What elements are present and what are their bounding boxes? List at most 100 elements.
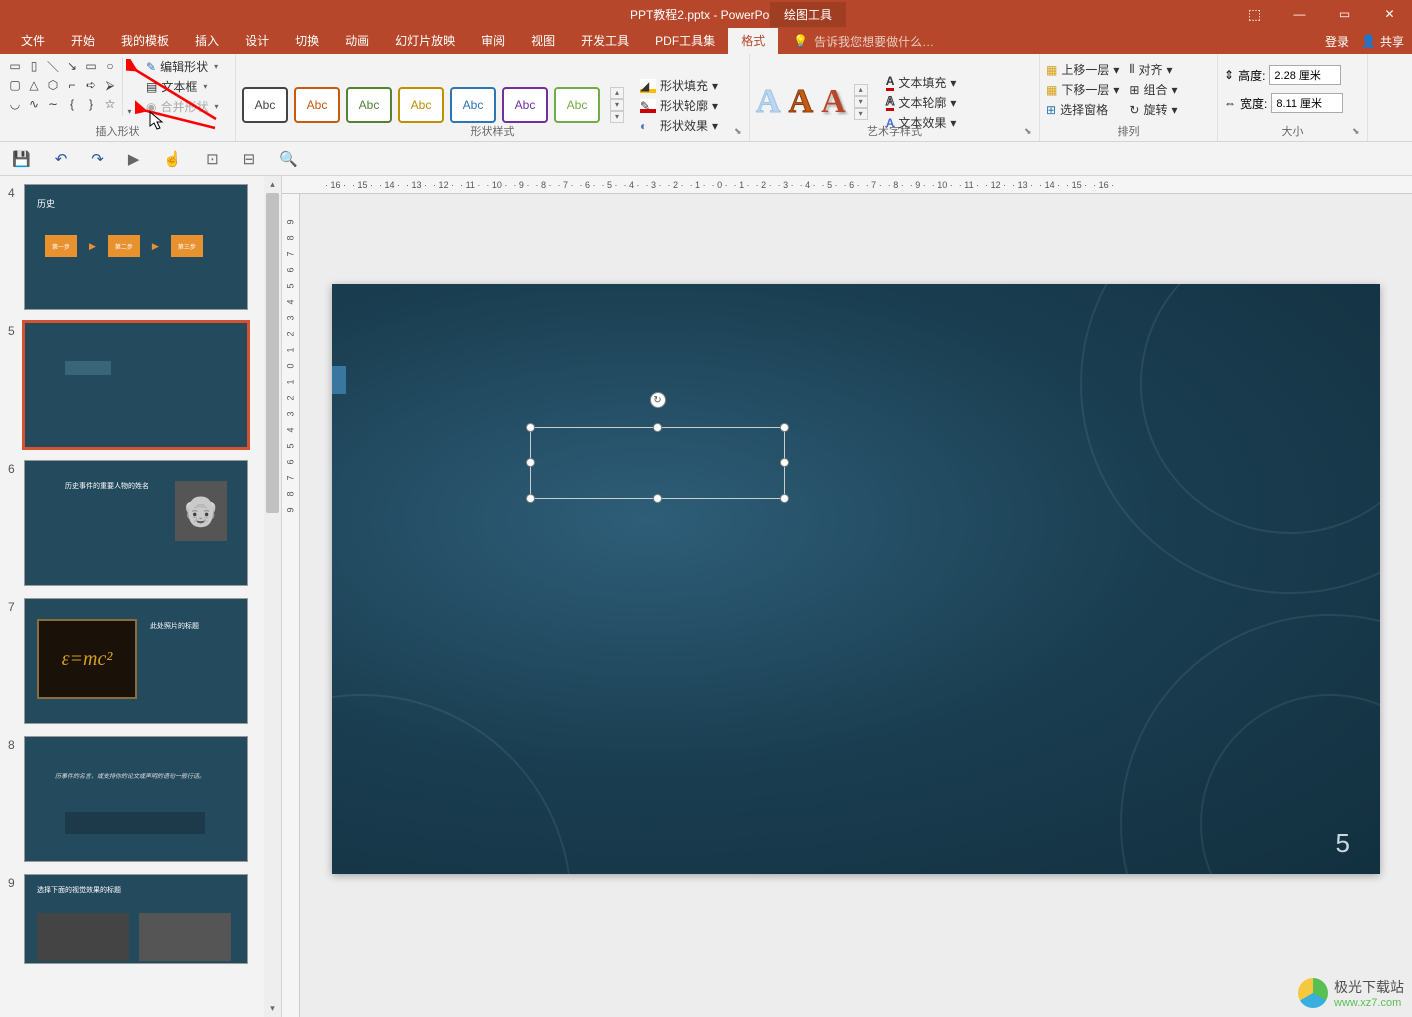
bring-forward-button[interactable]: ▦ 上移一层 ▾ [1046, 61, 1119, 78]
close-button[interactable]: ✕ [1367, 0, 1412, 28]
slide-canvas[interactable]: 5 ↻ [332, 284, 1380, 874]
wave-icon[interactable]: ∼ [44, 95, 62, 113]
slide-thumbnail[interactable]: 历史事件的重要人物的姓名 👴 [24, 460, 248, 586]
selected-shape[interactable]: ↻ [530, 427, 785, 499]
send-backward-button[interactable]: ▦ 下移一层 ▾ [1046, 81, 1119, 98]
slide-thumbnail[interactable]: 历事件的名言，或支持你的论文或声明的语句一般行话。 [24, 736, 248, 862]
shape-style-preset[interactable]: Abc [450, 87, 496, 123]
share-button[interactable]: 👤 共享 [1361, 33, 1404, 50]
menu-transitions[interactable]: 切换 [282, 28, 332, 54]
wordart-preset[interactable]: A [821, 83, 846, 121]
slide-panel-scrollbar[interactable]: ▴ ▾ [264, 176, 281, 1017]
text-fill-button[interactable]: A 文本填充 ▾ [886, 74, 957, 91]
textbox-vert-icon[interactable]: ▯ [25, 57, 43, 75]
vertical-ruler[interactable]: 9876543210123456789 [282, 194, 300, 1017]
scroll-up-icon[interactable]: ▴ [264, 176, 281, 193]
elbow-connector-icon[interactable]: ⌐ [63, 76, 81, 94]
shape-effects-button[interactable]: ◐ 形状效果 ▾ [640, 117, 718, 134]
shapes-gallery[interactable]: ▭ ▯ ＼ ↘ ▭ ○ ▢ △ ⬡ ⌐ ➪ ⮚ ◡ ∿ ∼ { } ☆ [6, 57, 119, 116]
menu-pdf[interactable]: PDF工具集 [642, 28, 728, 54]
rotate-button[interactable]: ↻ 旋转 ▾ [1129, 101, 1177, 118]
menu-review[interactable]: 审阅 [468, 28, 518, 54]
width-input[interactable] [1271, 93, 1343, 113]
tell-me-search[interactable]: 💡 告诉我您想要做什么… [793, 33, 934, 50]
page-up-icon[interactable]: ▴ [610, 87, 624, 99]
shape-style-preset[interactable]: Abc [554, 87, 600, 123]
undo-icon[interactable]: ↶ [55, 150, 68, 168]
line-icon[interactable]: ＼ [44, 57, 62, 75]
shape-fill-button[interactable]: ◢ 形状填充 ▾ [640, 77, 718, 94]
shape-style-preset[interactable]: Abc [398, 87, 444, 123]
shape-style-pager[interactable]: ▴ ▾ ▾ [610, 87, 624, 123]
hexagon-icon[interactable]: ⬡ [44, 76, 62, 94]
minimize-button[interactable]: — [1277, 0, 1322, 28]
text-outline-button[interactable]: A 文本轮廓 ▾ [886, 94, 957, 111]
selection-pane-button[interactable]: ⊞ 选择窗格 [1046, 101, 1119, 118]
menu-developer[interactable]: 开发工具 [568, 28, 642, 54]
group-button[interactable]: ⊞ 组合 ▾ [1129, 81, 1177, 98]
dialog-launcher-icon[interactable]: ⬊ [1024, 126, 1036, 138]
menu-view[interactable]: 视图 [518, 28, 568, 54]
dialog-launcher-icon[interactable]: ⬊ [734, 126, 746, 138]
menu-design[interactable]: 设计 [232, 28, 282, 54]
align-button[interactable]: ⫴ 对齐 ▾ [1129, 61, 1177, 78]
menu-file[interactable]: 文件 [8, 28, 58, 54]
dialog-launcher-icon[interactable]: ⬊ [1352, 126, 1364, 138]
menu-templates[interactable]: 我的模板 [108, 28, 182, 54]
scroll-down-icon[interactable]: ▾ [264, 1000, 281, 1017]
edit-shape-button[interactable]: ✎ 编辑形状 ▾ [142, 57, 223, 76]
qat-icon-3[interactable]: 🔍 [279, 150, 298, 168]
menu-animations[interactable]: 动画 [332, 28, 382, 54]
qat-icon-1[interactable]: ⊡ [206, 150, 219, 168]
triangle-icon[interactable]: △ [25, 76, 43, 94]
ribbon-options-button[interactable]: ⬚ [1232, 0, 1277, 28]
resize-handle-br[interactable] [780, 494, 789, 503]
arrow-right-icon[interactable]: ➪ [82, 76, 100, 94]
oval-icon[interactable]: ○ [101, 57, 119, 75]
rotate-handle[interactable]: ↻ [650, 392, 666, 408]
menu-insert[interactable]: 插入 [182, 28, 232, 54]
height-input[interactable] [1269, 65, 1341, 85]
wordart-preset[interactable]: A [789, 83, 814, 121]
wordart-preset[interactable]: A [756, 83, 781, 121]
menu-slideshow[interactable]: 幻灯片放映 [382, 28, 468, 54]
resize-handle-tm[interactable] [653, 423, 662, 432]
shapes-more-button[interactable]: ▾ [122, 57, 136, 116]
page-down-icon[interactable]: ▾ [610, 99, 624, 111]
resize-handle-bm[interactable] [653, 494, 662, 503]
login-link[interactable]: 登录 [1325, 33, 1349, 50]
star-icon[interactable]: ☆ [101, 95, 119, 113]
slide-thumbnail[interactable] [24, 322, 248, 448]
resize-handle-mr[interactable] [780, 458, 789, 467]
horizontal-ruler[interactable]: · 16 ·· 15 ·· 14 ·· 13 ·· 12 ·· 11 ·· 10… [282, 176, 1412, 194]
resize-handle-tr[interactable] [780, 423, 789, 432]
touch-mode-icon[interactable]: ☝ [163, 150, 182, 168]
restore-button[interactable]: ▭ [1322, 0, 1367, 28]
arrow-line-icon[interactable]: ↘ [63, 57, 81, 75]
slide-thumbnail[interactable]: 选择下面的视觉效果的标题 [24, 874, 248, 964]
expand-gallery-icon[interactable]: ▾ [610, 111, 624, 123]
slide-thumbnail[interactable]: 历史 第一步 ▶ 第二步 ▶ 第三步 [24, 184, 248, 310]
slide-thumbnail[interactable]: ε=mc² 此处照片的标题 [24, 598, 248, 724]
brace-left-icon[interactable]: { [63, 95, 81, 113]
start-presentation-icon[interactable]: ▶ [128, 150, 140, 168]
resize-handle-bl[interactable] [526, 494, 535, 503]
text-box-button[interactable]: ▤ 文本框 ▾ [142, 77, 223, 96]
scrollbar-thumb[interactable] [266, 193, 279, 513]
resize-handle-ml[interactable] [526, 458, 535, 467]
expand-gallery-icon[interactable]: ▾ [854, 108, 868, 120]
shape-style-preset[interactable]: Abc [346, 87, 392, 123]
shape-style-preset[interactable]: Abc [242, 87, 288, 123]
rounded-rect-icon[interactable]: ▢ [6, 76, 24, 94]
arc-icon[interactable]: ◡ [6, 95, 24, 113]
wordart-pager[interactable]: ▴ ▾ ▾ [854, 84, 868, 120]
rect-icon[interactable]: ▭ [82, 57, 100, 75]
menu-format[interactable]: 格式 [728, 28, 778, 54]
page-down-icon[interactable]: ▾ [854, 96, 868, 108]
textbox-shape-icon[interactable]: ▭ [6, 57, 24, 75]
shape-style-preset[interactable]: Abc [502, 87, 548, 123]
menu-home[interactable]: 开始 [58, 28, 108, 54]
qat-icon-2[interactable]: ⊟ [243, 150, 256, 168]
chevron-icon[interactable]: ⮚ [101, 76, 119, 94]
page-up-icon[interactable]: ▴ [854, 84, 868, 96]
